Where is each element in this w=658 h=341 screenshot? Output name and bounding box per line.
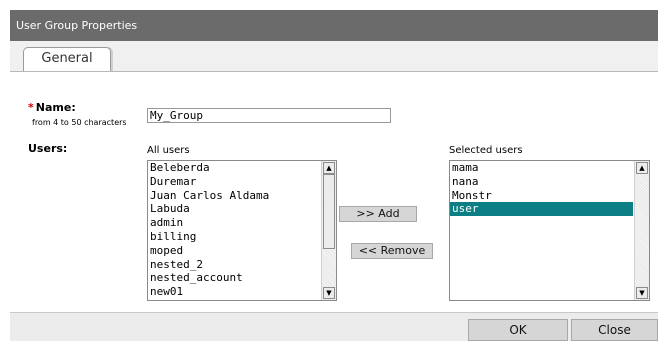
all-users-listbox[interactable]: Beleberda Duremar Juan Carlos Aldama Labuda…: [147, 160, 337, 301]
tab-strip: General: [10, 41, 658, 72]
list-item[interactable]: moped: [148, 244, 320, 258]
name-hint: from 4 to 50 characters: [32, 118, 127, 127]
dialog-content: *Name: from 4 to 50 characters Users: Al…: [10, 72, 658, 304]
users-label: Users:: [28, 142, 68, 155]
list-item[interactable]: Duremar: [148, 175, 320, 189]
dialog-footer: OK Close: [10, 312, 658, 341]
list-item[interactable]: Monstr: [450, 189, 633, 203]
close-button[interactable]: Close: [571, 319, 658, 341]
selected-users-caption: Selected users: [449, 145, 523, 156]
list-item[interactable]: Juan Carlos Aldama: [148, 189, 320, 203]
scroll-up-icon[interactable]: ▲: [323, 162, 335, 174]
scroll-thumb[interactable]: [323, 174, 335, 249]
list-item[interactable]: nested_account: [148, 271, 320, 285]
list-item[interactable]: admin: [148, 216, 320, 230]
selected-users-scrollbar[interactable]: ▲ ▼: [634, 161, 649, 300]
scroll-down-icon[interactable]: ▼: [323, 287, 335, 299]
name-label-text: Name:: [35, 101, 76, 114]
all-users-scrollbar[interactable]: ▲ ▼: [321, 161, 336, 300]
scroll-up-icon[interactable]: ▲: [636, 162, 648, 174]
list-item[interactable]: Labuda: [148, 202, 320, 216]
name-label: * Name:: [28, 101, 76, 114]
dialog-title: User Group Properties: [10, 10, 658, 41]
list-item[interactable]: mama: [450, 161, 633, 175]
list-item[interactable]: Beleberda: [148, 161, 320, 175]
group-name-input[interactable]: [147, 108, 391, 123]
all-users-caption: All users: [147, 145, 190, 156]
all-users-items: Beleberda Duremar Juan Carlos Aldama Labuda…: [148, 161, 320, 300]
user-group-properties-dialog: User Group Properties General * Name: fro…: [10, 10, 658, 341]
remove-button[interactable]: << Remove: [351, 243, 433, 259]
list-item[interactable]: new01: [148, 285, 320, 299]
selected-users-items: mama nana Monstr user: [450, 161, 633, 300]
required-marker: *: [28, 101, 34, 114]
tab-general[interactable]: General: [23, 47, 111, 71]
ok-button[interactable]: OK: [468, 319, 568, 341]
list-item[interactable]: nested_2: [148, 258, 320, 272]
list-item[interactable]: billing: [148, 230, 320, 244]
selected-users-listbox[interactable]: mama nana Monstr user ▲ ▼: [449, 160, 650, 301]
scroll-down-icon[interactable]: ▼: [636, 287, 648, 299]
list-item[interactable]: nana: [450, 175, 633, 189]
list-item[interactable]: user: [450, 202, 633, 217]
add-button[interactable]: >> Add: [339, 206, 417, 222]
